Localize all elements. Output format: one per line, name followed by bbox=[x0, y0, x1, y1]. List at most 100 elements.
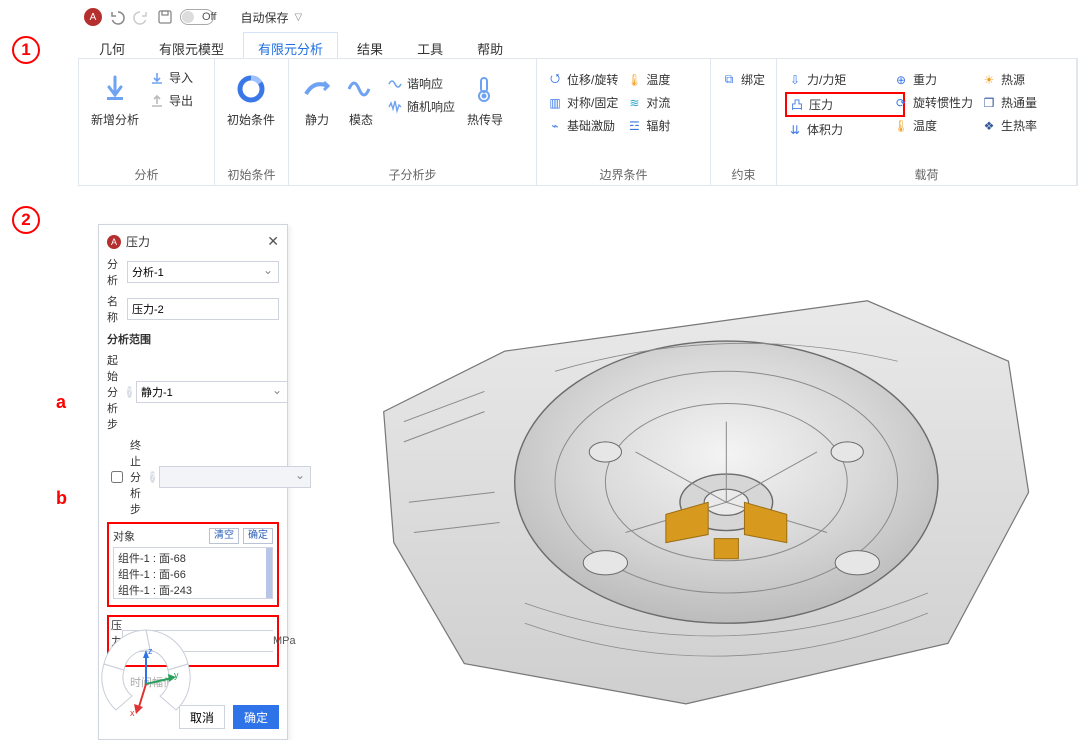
random-label: 随机响应 bbox=[407, 98, 455, 115]
group-title-bc: 边界条件 bbox=[543, 164, 704, 183]
new-analysis-label: 新增分析 bbox=[91, 111, 139, 128]
end-step-checkbox[interactable] bbox=[111, 471, 123, 483]
convection-label: 对流 bbox=[646, 94, 670, 111]
import-button[interactable]: 导入 bbox=[149, 69, 193, 86]
sym-fix-icon: ▥ bbox=[547, 95, 563, 111]
view-navigator[interactable]: z y x bbox=[96, 624, 196, 724]
rot-inertia-label: 旋转惯性力 bbox=[913, 94, 973, 111]
initial-cond-button[interactable]: 初始条件 bbox=[221, 65, 281, 128]
static-icon bbox=[299, 71, 335, 107]
temperature-bc-button[interactable]: 🌡温度 bbox=[626, 71, 670, 88]
redo-icon[interactable] bbox=[132, 8, 150, 26]
heat-gen-button[interactable]: ❖生热率 bbox=[981, 117, 1037, 134]
save-icon[interactable] bbox=[156, 8, 174, 26]
group-title-constraint: 约束 bbox=[717, 164, 770, 183]
tie-button[interactable]: ⧉绑定 bbox=[721, 71, 765, 88]
object-list[interactable]: 组件-1 : 面-68 组件-1 : 面-66 组件-1 : 面-243 bbox=[113, 547, 273, 599]
list-item[interactable]: 组件-1 : 面-68 bbox=[118, 550, 268, 566]
panel-app-icon: A bbox=[107, 235, 121, 249]
heat-flux-button[interactable]: ❒热通量 bbox=[981, 94, 1037, 111]
heat-button[interactable]: 热传导 bbox=[459, 65, 511, 128]
temperature-load-button[interactable]: 🌡温度 bbox=[893, 117, 973, 134]
convection-icon: ≋ bbox=[626, 95, 642, 111]
temperature-load-label: 温度 bbox=[913, 117, 937, 134]
object-section-label: 对象 bbox=[113, 528, 135, 544]
clear-objects-button[interactable]: 清空 bbox=[209, 528, 239, 544]
radiation-button[interactable]: ☲辐射 bbox=[626, 117, 670, 134]
new-analysis-button[interactable]: 新增分析 bbox=[85, 65, 145, 128]
export-icon bbox=[149, 93, 165, 109]
convection-button[interactable]: ≋对流 bbox=[626, 94, 670, 111]
gravity-label: 重力 bbox=[913, 71, 937, 88]
confirm-objects-button[interactable]: 确定 bbox=[243, 528, 273, 544]
heat-flux-icon: ❒ bbox=[981, 95, 997, 111]
ribbon-group-load: ⇩力/力矩 凸压力 ⇊体积力 ⊕重力 ⟳旋转惯性力 🌡温度 ☀热源 ❒热通量 ❖… bbox=[777, 59, 1077, 185]
axis-z-label: z bbox=[148, 646, 153, 656]
heat-source-button[interactable]: ☀热源 bbox=[981, 71, 1037, 88]
import-label: 导入 bbox=[169, 69, 193, 86]
modal-label: 模态 bbox=[349, 111, 373, 128]
new-analysis-icon bbox=[97, 71, 133, 107]
pressure-label: 压力 bbox=[809, 96, 833, 113]
modal-button[interactable]: 模态 bbox=[339, 65, 383, 128]
disp-rot-icon: ⭯ bbox=[547, 72, 563, 88]
rot-inertia-button[interactable]: ⟳旋转惯性力 bbox=[893, 94, 973, 111]
scope-section-label: 分析范围 bbox=[107, 331, 279, 347]
pressure-button[interactable]: 凸压力 bbox=[785, 92, 905, 117]
gravity-button[interactable]: ⊕重力 bbox=[893, 71, 973, 88]
close-icon[interactable]: ✕ bbox=[267, 233, 279, 250]
autosave-off-label: Off bbox=[202, 11, 216, 23]
analysis-select[interactable] bbox=[127, 261, 279, 283]
sym-fix-button[interactable]: ▥对称/固定 bbox=[547, 94, 618, 111]
static-button[interactable]: 静力 bbox=[295, 65, 339, 128]
pressure-icon: 凸 bbox=[789, 97, 805, 113]
ok-button[interactable]: 确定 bbox=[233, 705, 279, 729]
list-item[interactable]: 组件-1 : 面-243 bbox=[118, 582, 268, 598]
model-render bbox=[300, 200, 1072, 724]
end-step-select[interactable] bbox=[159, 466, 311, 488]
force-moment-button[interactable]: ⇩力/力矩 bbox=[787, 71, 885, 88]
annotation-marker-a: a bbox=[56, 392, 66, 413]
disp-rot-button[interactable]: ⭯位移/旋转 bbox=[547, 71, 618, 88]
viewport-3d[interactable] bbox=[300, 200, 1072, 724]
group-title-substep: 子分析步 bbox=[295, 164, 530, 183]
axis-y-label: y bbox=[174, 670, 179, 680]
list-item[interactable]: 组件-1 : 面-66 bbox=[118, 566, 268, 582]
radiation-label: 辐射 bbox=[646, 117, 670, 134]
base-exc-button[interactable]: ⌁基础激励 bbox=[547, 117, 618, 134]
body-force-button[interactable]: ⇊体积力 bbox=[787, 121, 885, 138]
app-icon[interactable]: A bbox=[84, 8, 102, 26]
tie-label: 绑定 bbox=[741, 71, 765, 88]
group-title-load: 载荷 bbox=[783, 164, 1070, 183]
base-exc-label: 基础激励 bbox=[567, 117, 615, 134]
force-moment-icon: ⇩ bbox=[787, 72, 803, 88]
random-button[interactable]: 随机响应 bbox=[387, 98, 455, 115]
quick-access-toolbar: A Off 自动保存 ▽ bbox=[84, 6, 302, 28]
harmonic-icon bbox=[387, 76, 403, 92]
annotation-marker-b: b bbox=[56, 488, 67, 509]
body-force-label: 体积力 bbox=[807, 121, 843, 138]
ribbon-group-initial: 初始条件 初始条件 bbox=[215, 59, 289, 185]
analysis-label: 分析 bbox=[107, 256, 123, 288]
help-icon-2[interactable]: ? bbox=[150, 471, 155, 483]
marker-1-text: 1 bbox=[21, 40, 30, 60]
start-step-label: 起始分析步 bbox=[107, 352, 125, 432]
help-icon[interactable]: ? bbox=[127, 386, 132, 398]
heat-gen-icon: ❖ bbox=[981, 118, 997, 134]
name-label: 名称 bbox=[107, 293, 123, 325]
undo-icon[interactable] bbox=[108, 8, 126, 26]
harmonic-button[interactable]: 谐响应 bbox=[387, 75, 455, 92]
pressure-value-unit: MPa bbox=[273, 630, 296, 652]
autosave-label: 自动保存 bbox=[240, 9, 288, 26]
force-moment-label: 力/力矩 bbox=[807, 71, 846, 88]
export-button[interactable]: 导出 bbox=[149, 92, 193, 109]
name-input[interactable] bbox=[127, 298, 279, 320]
annotation-marker-2: 2 bbox=[12, 206, 40, 234]
qat-overflow-icon[interactable]: ▽ bbox=[295, 12, 303, 23]
temperature-bc-label: 温度 bbox=[646, 71, 670, 88]
group-title-initial: 初始条件 bbox=[221, 164, 282, 183]
heat-flux-label: 热通量 bbox=[1001, 94, 1037, 111]
heat-icon bbox=[467, 71, 503, 107]
start-step-select[interactable] bbox=[136, 381, 288, 403]
tie-icon: ⧉ bbox=[721, 72, 737, 88]
